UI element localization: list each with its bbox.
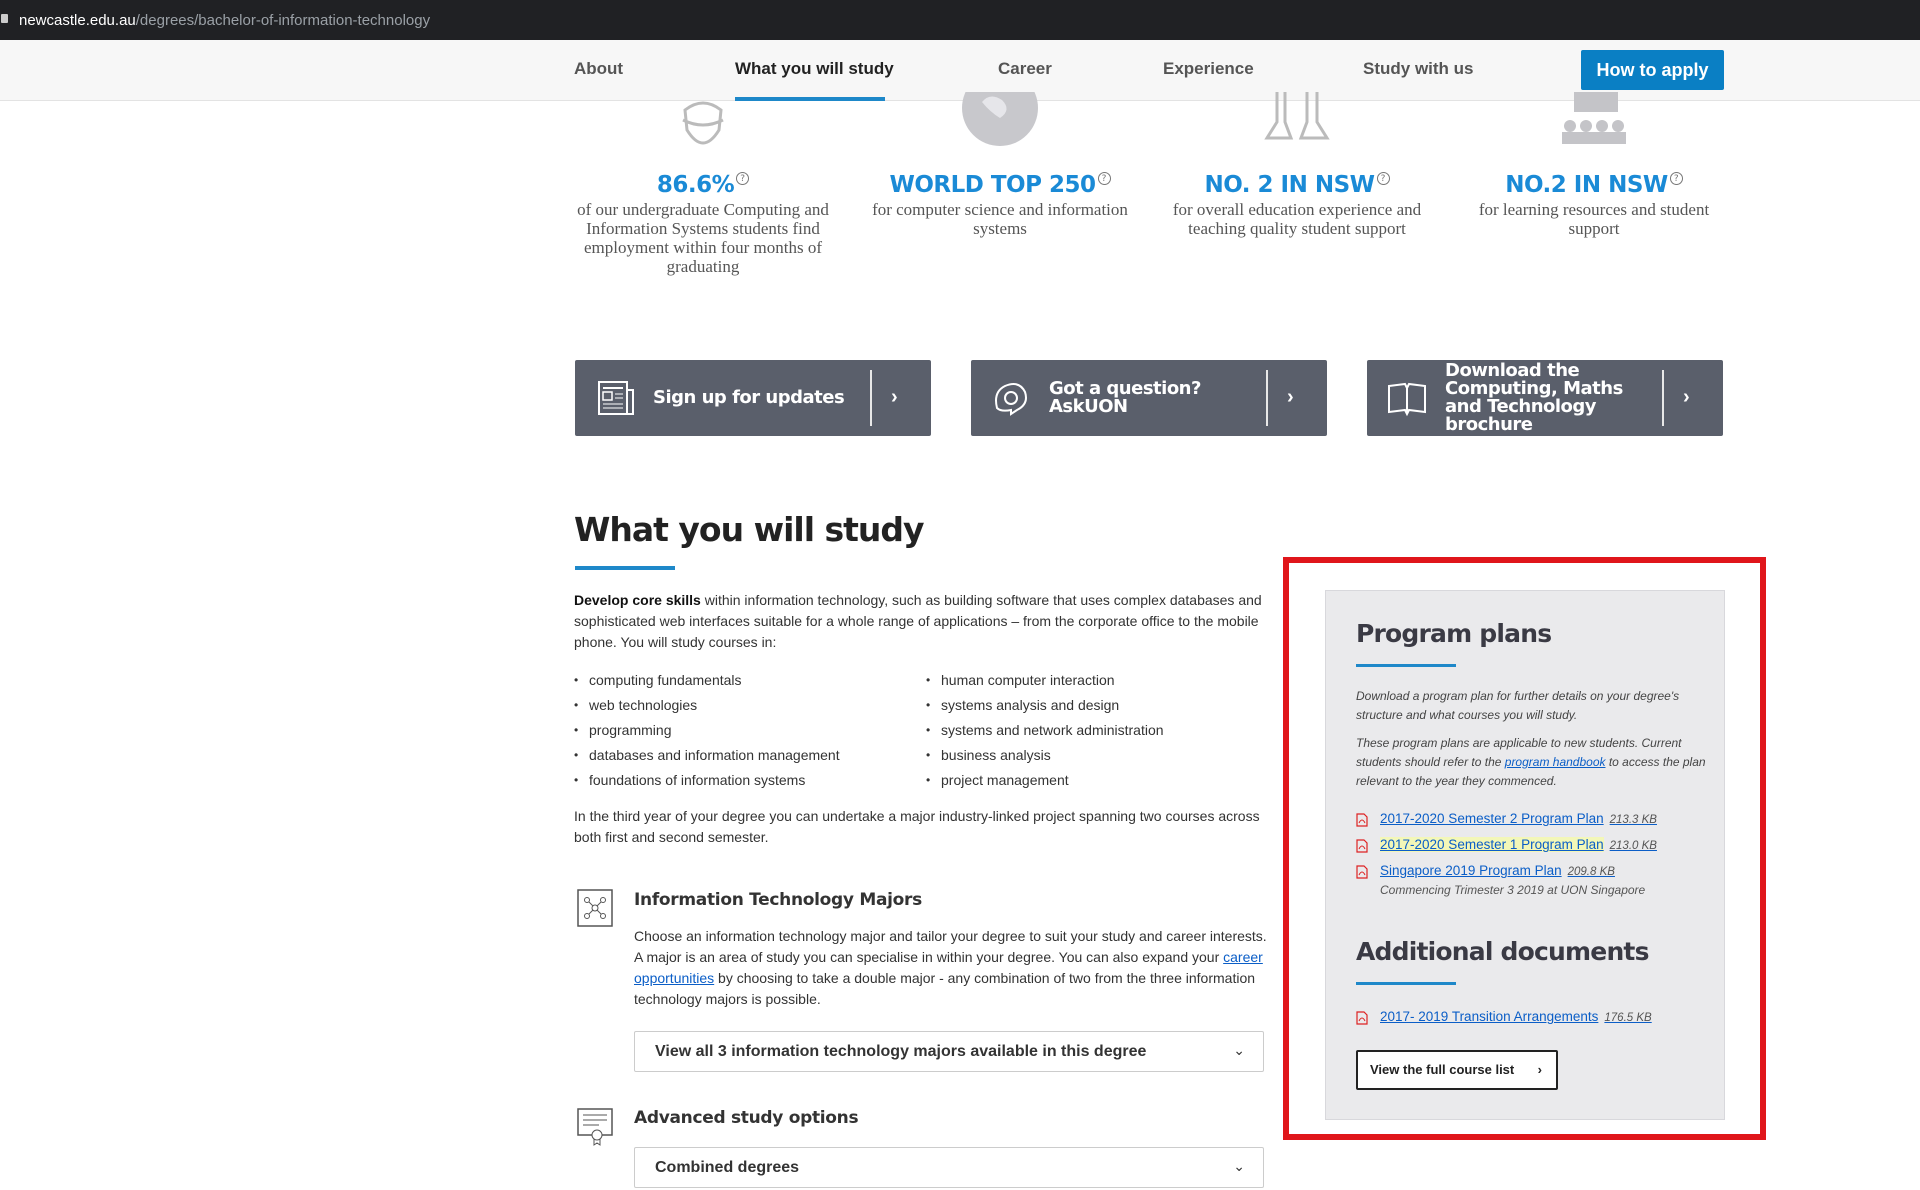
chat-icon — [995, 383, 1027, 416]
chevron-right-icon: › — [1683, 386, 1690, 408]
dropdown-label: View all 3 information technology majors… — [655, 1043, 1147, 1060]
list-item: foundations of information systems — [574, 768, 904, 793]
majors-text: Choose an information technology major a… — [634, 926, 1274, 1010]
info-icon[interactable]: ? — [736, 172, 750, 185]
stat-desc: for learning resources and student suppo… — [1478, 200, 1710, 238]
list-item: systems analysis and design — [926, 693, 1256, 718]
people-icon — [1264, 92, 1330, 140]
network-icon — [577, 889, 613, 927]
list-item: business analysis — [926, 743, 1256, 768]
url-host: newcastle.edu.au — [19, 12, 136, 29]
title-underline — [575, 566, 675, 570]
nav-about[interactable]: About — [574, 59, 623, 79]
stat-desc: for computer science and information sys… — [872, 200, 1128, 238]
certificate-icon — [577, 1108, 613, 1146]
chevron-right-icon: › — [1287, 386, 1294, 408]
course-list-right: human computer interaction systems analy… — [926, 668, 1256, 793]
list-item: databases and information management — [574, 743, 904, 768]
chevron-down-icon: ⌄ — [1233, 1042, 1245, 1058]
url-path: /degrees/bachelor-of-information-technol… — [135, 12, 431, 29]
graduate-icon — [682, 101, 724, 145]
nav-career[interactable]: Career — [998, 59, 1052, 79]
download-brochure-button[interactable]: Download the Computing, Maths and Techno… — [1367, 360, 1723, 436]
list-item: web technologies — [574, 693, 904, 718]
info-icon[interactable]: ? — [1376, 172, 1390, 185]
chevron-right-icon: › — [891, 386, 898, 408]
nav-experience[interactable]: Experience — [1163, 59, 1254, 79]
nav-study-with-us[interactable]: Study with us — [1363, 59, 1474, 79]
intro-bold: Develop core skills — [574, 592, 701, 608]
project-paragraph: In the third year of your degree you can… — [574, 808, 1260, 845]
list-item: systems and network administration — [926, 718, 1256, 743]
highlight-annotation-box — [1283, 557, 1766, 1140]
stat-employment: 86.6%? of our undergraduate Computing an… — [573, 101, 833, 276]
chevron-down-icon: ⌄ — [1233, 1158, 1245, 1174]
stat-education-experience: NO. 2 IN NSW? for overall education expe… — [1167, 92, 1427, 238]
majors-text-2: by choosing to take a double major - any… — [634, 970, 1256, 1007]
nav-active-underline — [735, 97, 885, 101]
book-icon — [1388, 382, 1426, 417]
stat-value: 86.6% — [656, 172, 735, 198]
dropdown-label: Combined degrees — [655, 1159, 800, 1176]
cta-divider — [1662, 370, 1664, 426]
cta-divider — [1266, 370, 1268, 426]
sign-up-updates-button[interactable]: Sign up for updates › — [575, 360, 931, 436]
stat-learning-resources: NO.2 IN NSW? for learning resources and … — [1464, 92, 1724, 238]
info-icon[interactable]: ? — [1669, 172, 1683, 185]
url-text[interactable]: newcastle.edu.au/degrees/bachelor-of-inf… — [19, 12, 430, 29]
stat-world-top: WORLD TOP 250? for computer science and … — [870, 92, 1130, 238]
cta-divider — [870, 370, 872, 426]
cta-label: Sign up for updates — [653, 387, 845, 408]
nav-what-you-will-study[interactable]: What you will study — [735, 59, 894, 79]
list-item: project management — [926, 768, 1256, 793]
study-intro: Develop core skills within information t… — [574, 590, 1264, 653]
course-list-left: computing fundamentals web technologies … — [574, 668, 904, 793]
list-item: programming — [574, 718, 904, 743]
newspaper-icon — [598, 381, 634, 415]
list-item: computing fundamentals — [574, 668, 904, 693]
globe-icon — [962, 92, 1038, 146]
combined-degrees-dropdown[interactable]: Combined degrees ⌄ — [634, 1147, 1264, 1188]
lock-icon — [1, 14, 8, 23]
section-title: What you will study — [574, 510, 925, 549]
stat-value: WORLD TOP 250 — [889, 172, 1096, 198]
info-icon[interactable]: ? — [1097, 172, 1111, 185]
cta-label: Got a question? AskUON — [1049, 378, 1201, 417]
stat-value: NO. 2 IN NSW — [1204, 172, 1375, 198]
how-to-apply-button[interactable]: How to apply — [1581, 50, 1724, 90]
stat-desc: for overall education experience and tea… — [1172, 200, 1422, 238]
stat-value: NO.2 IN NSW — [1505, 172, 1668, 198]
stat-desc: of our undergraduate Computing and Infor… — [577, 200, 829, 276]
ask-uon-button[interactable]: Got a question? AskUON › — [971, 360, 1327, 436]
classroom-icon — [1562, 92, 1626, 144]
majors-heading: Information Technology Majors — [634, 890, 922, 910]
browser-url-bar[interactable]: newcastle.edu.au/degrees/bachelor-of-inf… — [0, 0, 1920, 40]
list-item: human computer interaction — [926, 668, 1256, 693]
advanced-heading: Advanced study options — [634, 1108, 859, 1128]
cta-label: Download the Computing, Maths and Techno… — [1445, 360, 1623, 435]
majors-text-1: Choose an information technology major a… — [634, 928, 1267, 965]
majors-dropdown[interactable]: View all 3 information technology majors… — [634, 1031, 1264, 1072]
